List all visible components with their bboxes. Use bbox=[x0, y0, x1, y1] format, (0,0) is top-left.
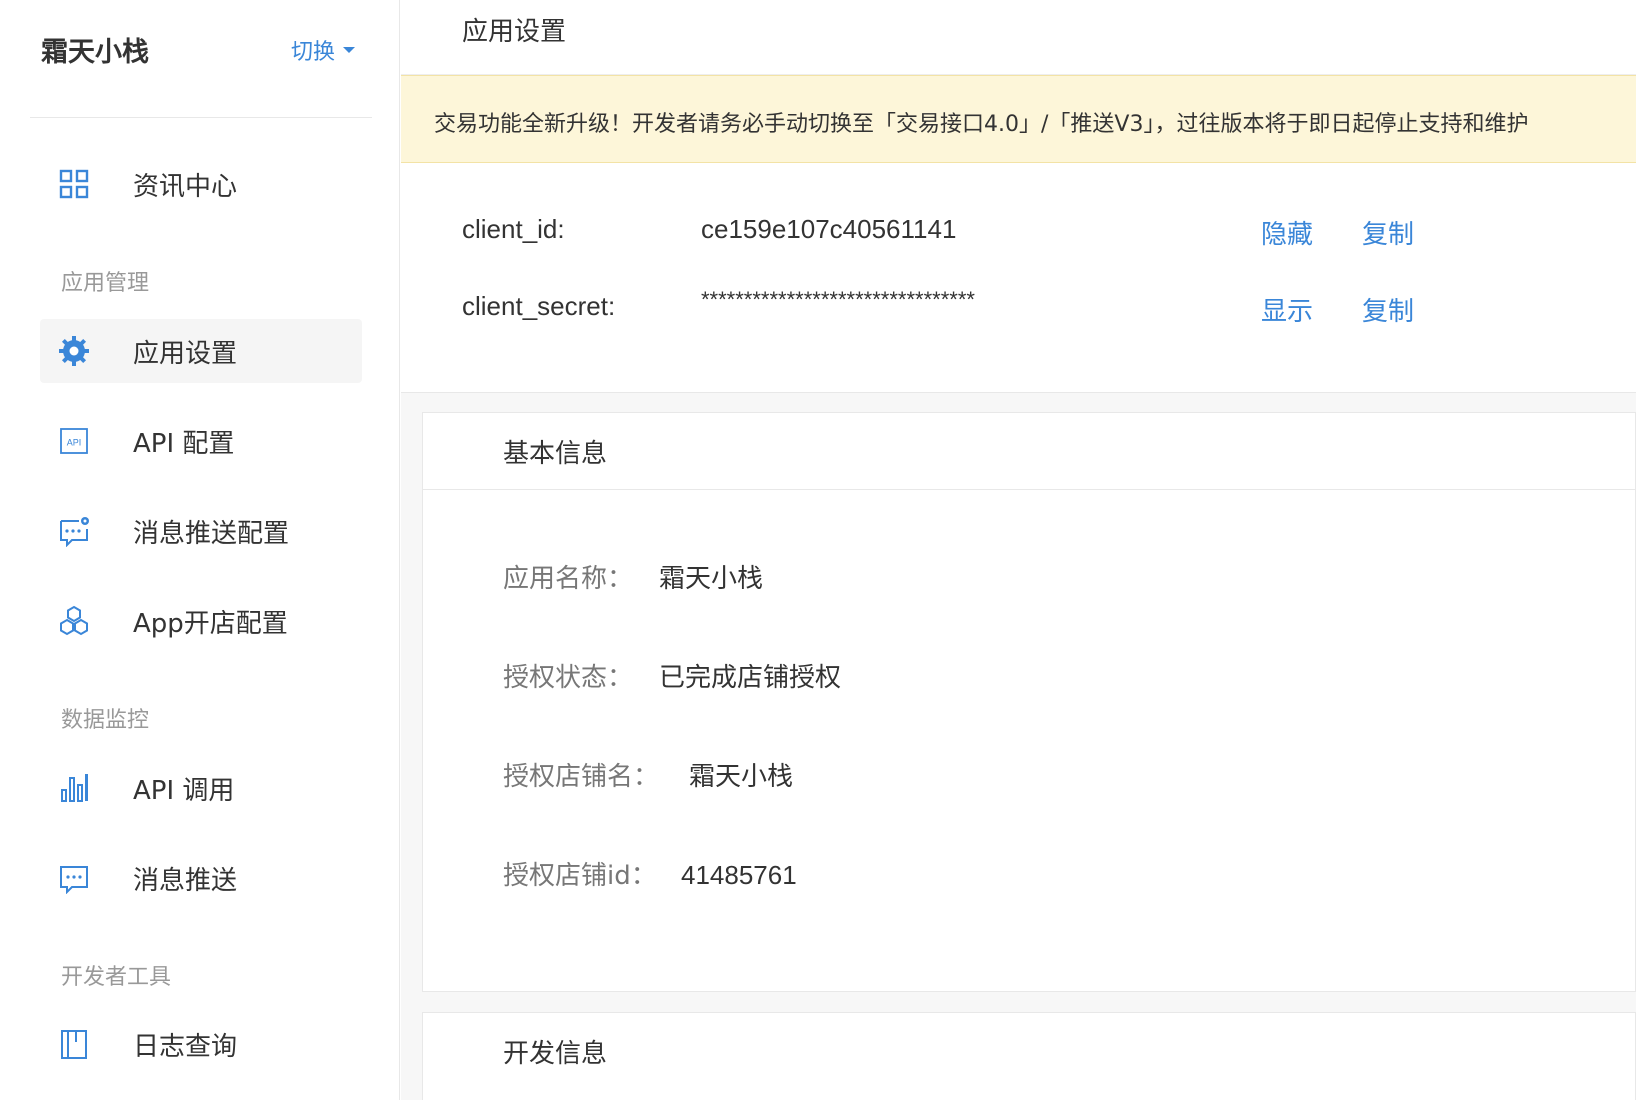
sidebar-item-label: App开店配置 bbox=[133, 609, 288, 639]
info-label: 授权状态： bbox=[503, 663, 634, 693]
sidebar-item-label: 消息推送配置 bbox=[133, 519, 290, 549]
show-client-secret-button[interactable]: 显示 bbox=[1261, 291, 1313, 328]
hexagons-icon bbox=[58, 605, 90, 637]
basic-info-card: 基本信息 应用名称： 霜天小栈 授权状态： 已完成店铺授权 授权店铺名： 霜天小栈 授… bbox=[422, 412, 1636, 992]
sidebar-header: 霜天小栈 切换 bbox=[30, 0, 372, 118]
sidebar-item-push[interactable]: 消息推送 bbox=[40, 846, 362, 910]
group-developer-tools: 开发者工具 bbox=[61, 965, 172, 990]
info-label: 应用名称： bbox=[503, 564, 634, 594]
sidebar-item-log-query[interactable]: 日志查询 bbox=[40, 1012, 362, 1076]
sidebar-item-label: 日志查询 bbox=[133, 1032, 238, 1062]
client-id-label: client_id: bbox=[462, 214, 565, 244]
log-icon bbox=[58, 1028, 90, 1060]
credentials-panel: client_id: ce159e107c40561141 隐藏 复制 clie… bbox=[401, 163, 1636, 393]
client-id-row: client_id: ce159e107c40561141 隐藏 复制 bbox=[401, 214, 1636, 254]
copy-client-secret-button[interactable]: 复制 bbox=[1362, 291, 1414, 328]
group-data-monitoring: 数据监控 bbox=[61, 708, 150, 733]
notice-text: 交易功能全新升级！开发者请务必手动切换至「交易接口4.0」/「推送V3」，过往版… bbox=[434, 112, 1529, 137]
app-name: 霜天小栈 bbox=[41, 37, 149, 68]
card-divider bbox=[423, 489, 1635, 490]
app-name-row: 应用名称： 霜天小栈 bbox=[503, 558, 763, 595]
hide-client-id-button[interactable]: 隐藏 bbox=[1261, 214, 1313, 251]
sidebar-item-api-config[interactable]: API API 配置 bbox=[40, 409, 362, 473]
caret-down-icon bbox=[343, 47, 356, 53]
api-icon: API bbox=[58, 425, 90, 457]
auth-status-value: 已完成店铺授权 bbox=[659, 663, 842, 693]
sidebar-item-push-config[interactable]: 消息推送配置 bbox=[40, 499, 362, 563]
sidebar-item-app-settings[interactable]: 应用设置 bbox=[40, 319, 362, 383]
app-window: 霜天小栈 切换 资讯中心 应用管理 应用设置 API API 配置 消息推送配置… bbox=[0, 0, 1636, 1100]
shop-name-row: 授权店铺名： 霜天小栈 bbox=[503, 756, 793, 793]
client-secret-value: ******************************** bbox=[701, 287, 975, 312]
grid-icon bbox=[58, 168, 90, 200]
bar-chart-icon bbox=[58, 772, 90, 804]
info-label: 授权店铺id： bbox=[503, 861, 657, 891]
sidebar-item-label: API 调用 bbox=[133, 776, 235, 806]
shop-id-row: 授权店铺id： 41485761 bbox=[503, 855, 797, 892]
info-label: 授权店铺名： bbox=[503, 762, 660, 792]
sidebar-item-api-calls[interactable]: API 调用 bbox=[40, 756, 362, 820]
sidebar-item-app-store-config[interactable]: App开店配置 bbox=[40, 589, 362, 653]
sidebar-item-news[interactable]: 资讯中心 bbox=[40, 152, 362, 216]
app-name-value: 霜天小栈 bbox=[659, 564, 764, 594]
basic-info-title: 基本信息 bbox=[503, 439, 608, 469]
group-app-management: 应用管理 bbox=[61, 271, 150, 296]
main-content: 应用设置 交易功能全新升级！开发者请务必手动切换至「交易接口4.0」/「推送V3… bbox=[401, 0, 1636, 1100]
switch-label: 切换 bbox=[291, 40, 336, 65]
shop-name-value: 霜天小栈 bbox=[689, 762, 794, 792]
sidebar-item-label: 资讯中心 bbox=[133, 172, 238, 202]
sidebar-item-label: 应用设置 bbox=[133, 339, 238, 369]
sidebar: 霜天小栈 切换 资讯中心 应用管理 应用设置 API API 配置 消息推送配置… bbox=[0, 0, 400, 1100]
page-title: 应用设置 bbox=[462, 17, 567, 47]
gear-icon bbox=[58, 335, 90, 367]
svg-text:API: API bbox=[67, 438, 82, 448]
shop-id-value: 41485761 bbox=[681, 860, 797, 890]
dev-info-card: 开发信息 bbox=[422, 1012, 1636, 1100]
copy-client-id-button[interactable]: 复制 bbox=[1362, 214, 1414, 251]
message-settings-icon bbox=[58, 515, 90, 547]
auth-status-row: 授权状态： 已完成店铺授权 bbox=[503, 657, 841, 694]
dev-info-title: 开发信息 bbox=[503, 1039, 608, 1069]
client-secret-label: client_secret: bbox=[462, 291, 616, 321]
sidebar-item-label: 消息推送 bbox=[133, 866, 238, 896]
sidebar-item-label: API 配置 bbox=[133, 429, 235, 459]
page-header: 应用设置 bbox=[401, 0, 1636, 75]
message-icon bbox=[58, 862, 90, 894]
upgrade-notice-banner: 交易功能全新升级！开发者请务必手动切换至「交易接口4.0」/「推送V3」，过往版… bbox=[401, 75, 1636, 163]
client-secret-row: client_secret: *************************… bbox=[401, 287, 1636, 331]
client-id-value: ce159e107c40561141 bbox=[701, 214, 957, 244]
switch-app-dropdown[interactable]: 切换 bbox=[291, 34, 356, 66]
